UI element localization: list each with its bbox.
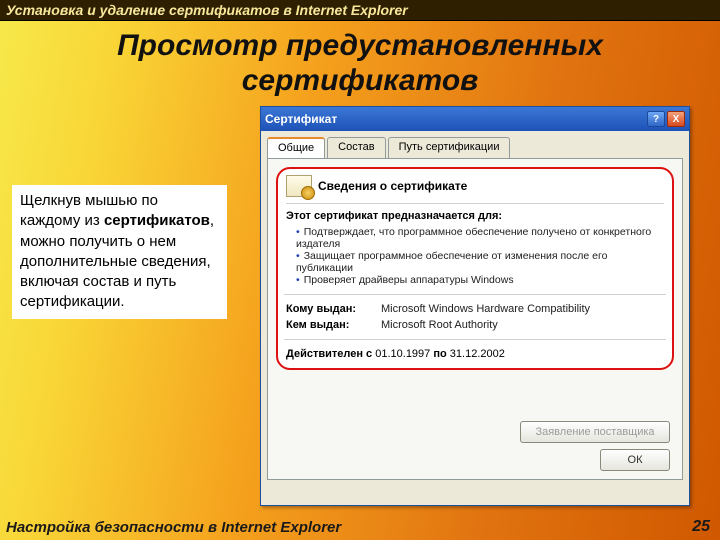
close-button[interactable]: X <box>667 111 685 127</box>
dialog-tabs: Общие Состав Путь сертификации <box>267 137 683 158</box>
issued-to-row: Кому выдан: Microsoft Windows Hardware C… <box>286 303 664 315</box>
footer-text: Настройка безопасности в Internet Explor… <box>6 519 341 536</box>
purpose-item: Защищает программное обеспечение от изме… <box>296 250 664 274</box>
tab-panel-general: Сведения о сертификате Этот сертификат п… <box>267 158 683 480</box>
issued-by-value: Microsoft Root Authority <box>381 319 664 331</box>
dialog-title: Сертификат <box>265 112 337 126</box>
slide-title: Просмотр предустановленных сертификатов <box>20 29 700 98</box>
validity-row: Действителен с 01.10.1997 по 31.12.2002 <box>286 348 664 360</box>
highlight-box: Сведения о сертификате Этот сертификат п… <box>276 167 674 370</box>
purpose-item: Проверяет драйверы аппаратуры Windows <box>296 274 664 286</box>
cert-header-text: Сведения о сертификате <box>318 179 467 193</box>
dialog-footer: Заявление поставщика ОК <box>280 421 670 471</box>
divider <box>284 294 666 295</box>
valid-prefix: Действителен с <box>286 348 375 360</box>
issued-by-row: Кем выдан: Microsoft Root Authority <box>286 319 664 331</box>
valid-from: 01.10.1997 <box>375 348 430 360</box>
issued-to-value: Microsoft Windows Hardware Compatibility <box>381 303 664 315</box>
certificate-dialog: Сертификат ? X Общие Состав Путь сертифи… <box>260 106 690 506</box>
tab-details[interactable]: Состав <box>327 137 385 158</box>
issued-to-label: Кому выдан: <box>286 303 381 315</box>
dialog-titlebar[interactable]: Сертификат ? X <box>261 107 689 131</box>
slide-footer: Настройка безопасности в Internet Explor… <box>0 514 720 540</box>
tab-path[interactable]: Путь сертификации <box>388 137 511 158</box>
help-button[interactable]: ? <box>647 111 665 127</box>
tab-general[interactable]: Общие <box>267 137 325 158</box>
slide-topbar: Установка и удаление сертификатов в Inte… <box>0 0 720 21</box>
purpose-item: Подтверждает, что программное обеспечени… <box>296 226 664 250</box>
ok-button[interactable]: ОК <box>600 449 670 471</box>
divider <box>284 339 666 340</box>
purpose-title: Этот сертификат предназначается для: <box>286 210 664 222</box>
valid-to: 31.12.2002 <box>450 348 505 360</box>
purpose-list: Подтверждает, что программное обеспечени… <box>286 226 664 286</box>
slide-bodytext: Щелкнув мышью по каждому из сертификатов… <box>12 185 227 319</box>
issued-by-label: Кем выдан: <box>286 319 381 331</box>
valid-mid: по <box>430 348 449 360</box>
page-number: 25 <box>692 518 710 536</box>
issuer-statement-button[interactable]: Заявление поставщика <box>520 421 670 443</box>
body-bold: сертификатов <box>104 212 210 229</box>
cert-header: Сведения о сертификате <box>286 175 664 204</box>
certificate-icon <box>286 175 312 197</box>
